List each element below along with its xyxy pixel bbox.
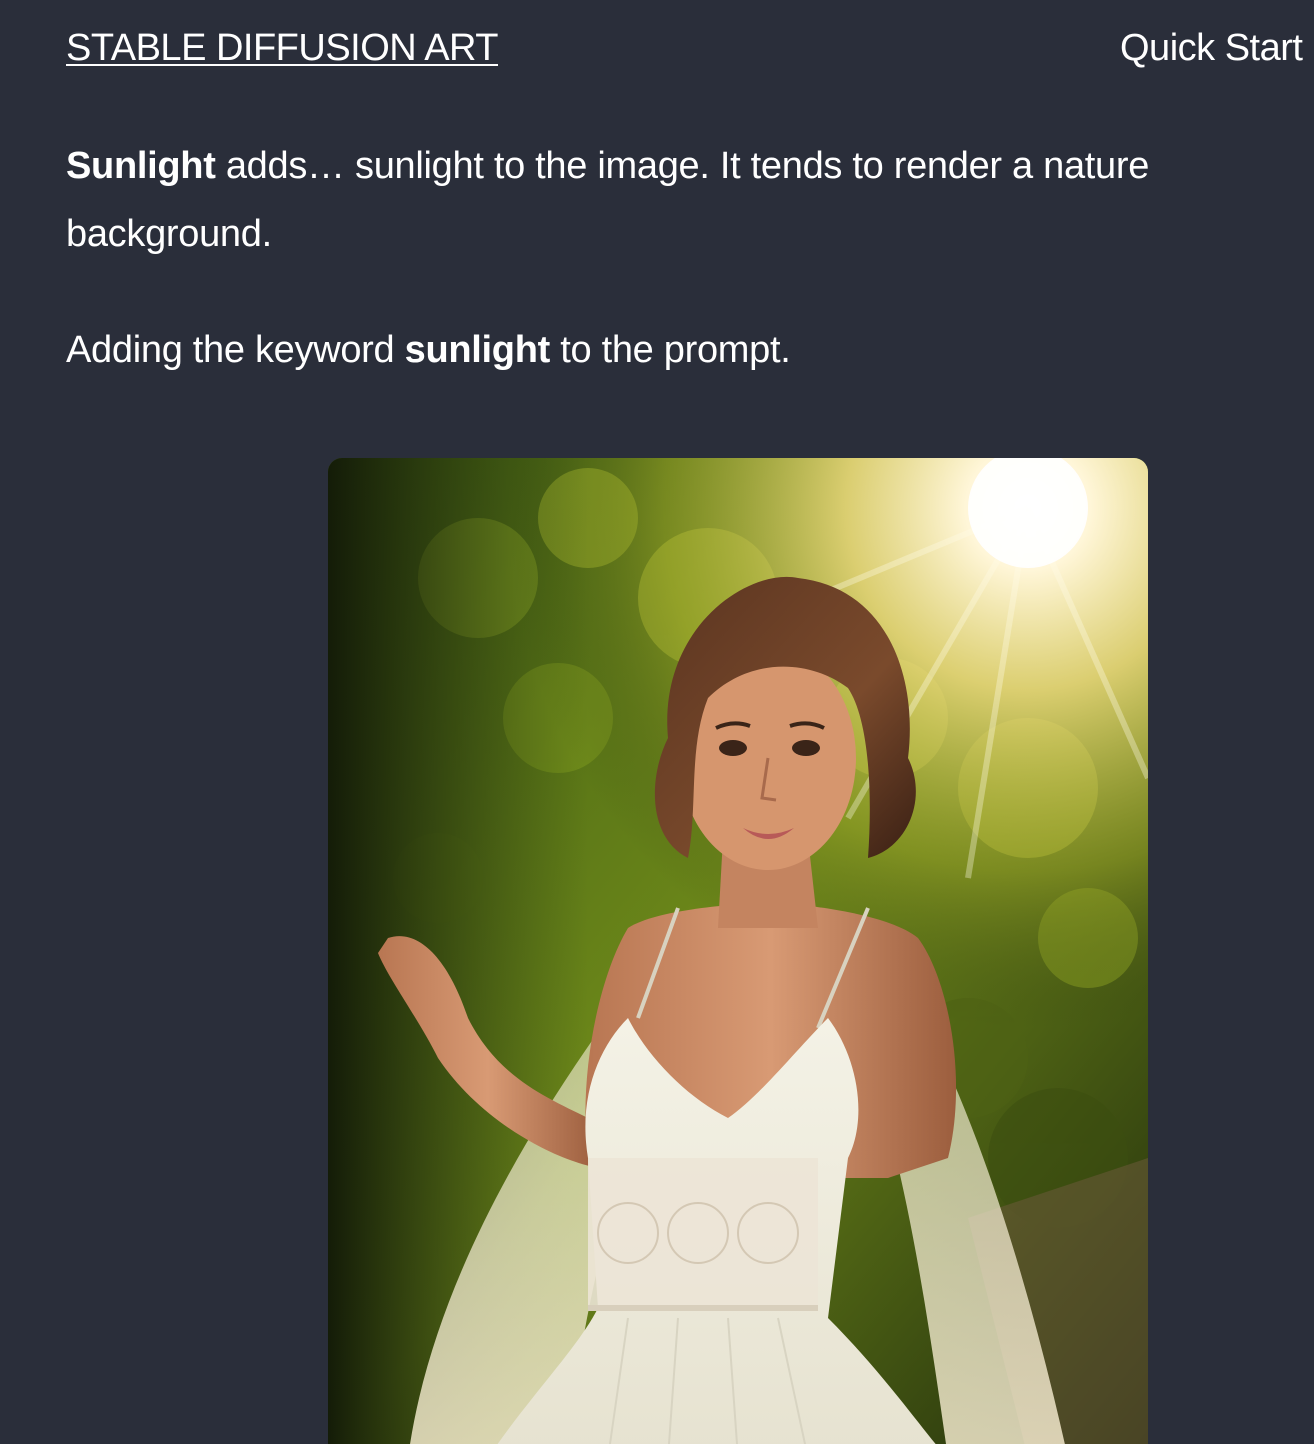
caption-text-before: Adding the keyword <box>66 329 405 371</box>
page: STABLE DIFFUSION ART Quick Start Sunligh… <box>0 0 1314 1444</box>
caption-keyword-bold: sunlight <box>404 329 551 371</box>
example-image <box>328 458 1148 1444</box>
nav-quick-start-link[interactable]: Quick Start <box>1120 26 1303 70</box>
site-title-link[interactable]: STABLE DIFFUSION ART <box>66 26 499 70</box>
example-image-illustration <box>328 458 1148 1444</box>
example-caption: Adding the keyword sunlight to the promp… <box>66 316 1246 384</box>
description-text: adds… sunlight to the image. It tends to… <box>66 145 1150 255</box>
description-paragraph: Sunlight adds… sunlight to the image. It… <box>66 132 1246 268</box>
caption-text-after: to the prompt. <box>549 329 791 371</box>
keyword-bold: Sunlight <box>66 145 216 187</box>
